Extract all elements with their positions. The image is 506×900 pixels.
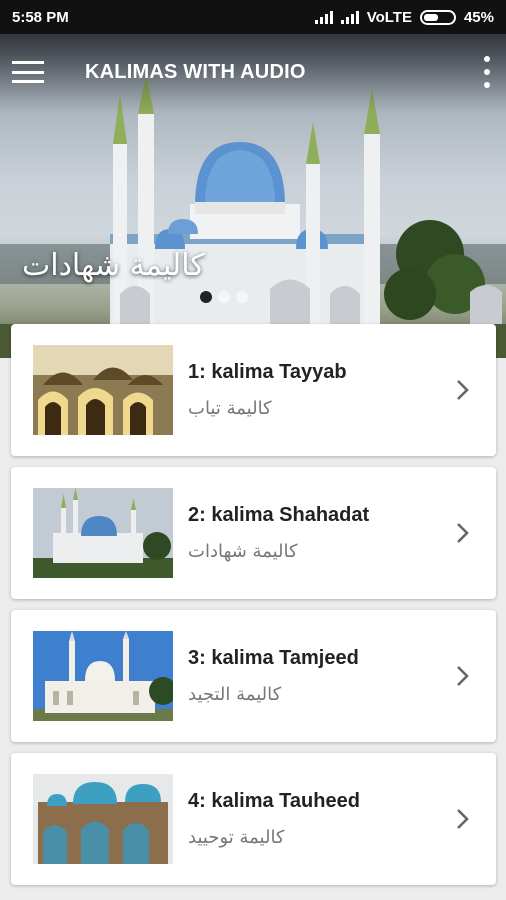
item-subtitle: كاليمة توحييد — [188, 827, 285, 848]
chevron-right-icon[interactable] — [448, 518, 478, 548]
list-item[interactable]: 3: kalima Tamjeed كاليمة التجيد — [11, 610, 496, 742]
list-item[interactable]: 4: kalima Tauheed كاليمة توحييد — [11, 753, 496, 885]
chevron-right-icon[interactable] — [448, 804, 478, 834]
item-title: 4: kalima Tauheed — [188, 790, 360, 812]
network-type: VoLTE — [366, 8, 412, 26]
battery-percent: 45% — [463, 8, 494, 26]
hero-banner[interactable]: KALIMAS WITH AUDIO كاليمة شهادات — [0, 34, 506, 358]
status-indicators: VoLTE 45% — [314, 8, 494, 26]
item-title: 2: kalima Shahadat — [188, 504, 370, 526]
thumbnail-image — [33, 631, 173, 721]
signal-icon — [314, 10, 333, 24]
item-subtitle: كاليمة تياب — [188, 398, 272, 419]
carousel-dot-2[interactable] — [218, 291, 230, 303]
signal-icon-2 — [340, 10, 359, 24]
app-title: KALIMAS WITH AUDIO — [85, 60, 306, 83]
status-time: 5:58 PM — [12, 8, 69, 26]
list-item[interactable]: 2: kalima Shahadat كاليمة شهادات — [11, 467, 496, 599]
carousel-indicators — [200, 291, 248, 303]
chevron-right-icon[interactable] — [448, 661, 478, 691]
battery-icon — [419, 9, 456, 25]
thumbnail-image — [33, 488, 173, 578]
item-title: 1: kalima Tayyab — [188, 361, 347, 383]
list-item[interactable]: 1: kalima Tayyab كاليمة تياب — [11, 324, 496, 456]
thumbnail-image — [33, 774, 173, 864]
hero-caption: كاليمة شهادات — [22, 248, 205, 283]
carousel-dot-3[interactable] — [236, 291, 248, 303]
item-subtitle: كاليمة التجيد — [188, 684, 282, 705]
item-title: 3: kalima Tamjeed — [188, 647, 359, 669]
hamburger-menu-icon[interactable] — [12, 61, 44, 83]
app-toolbar: KALIMAS WITH AUDIO — [0, 34, 506, 110]
chevron-right-icon[interactable] — [448, 375, 478, 405]
more-vertical-icon[interactable] — [482, 56, 492, 88]
status-bar: 5:58 PM VoLTE 45% — [0, 0, 506, 34]
item-subtitle: كاليمة شهادات — [188, 541, 298, 562]
carousel-dot-1[interactable] — [200, 291, 212, 303]
thumbnail-image — [33, 345, 173, 435]
